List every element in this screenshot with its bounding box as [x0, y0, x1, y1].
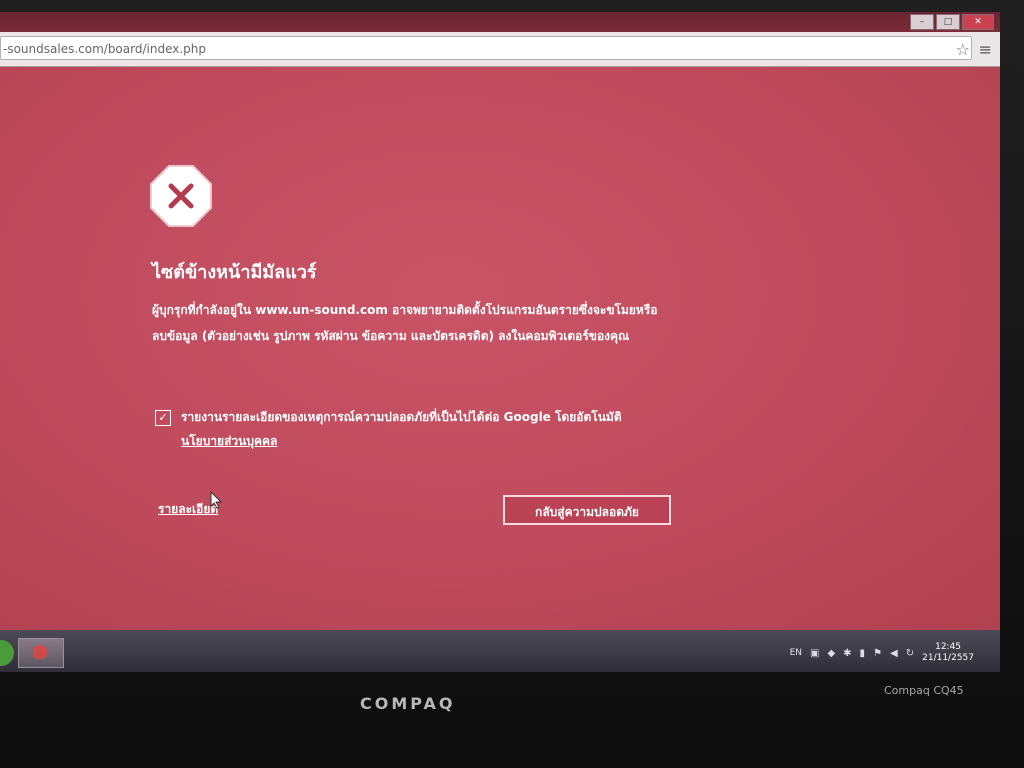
back-to-safety-button[interactable]: กลับสู่ความปลอดภัย [503, 495, 671, 525]
privacy-policy-link[interactable]: นโยบายส่วนบุคคล [181, 434, 277, 448]
bluetooth-icon[interactable]: ✱ [843, 648, 851, 659]
browser-toolbar: -soundsales.com/board/index.php ☆ ≡ [0, 32, 1000, 67]
maximize-button[interactable]: □ [936, 14, 960, 30]
window-controls: – □ ✕ [910, 14, 994, 30]
clock-time: 12:45 [935, 642, 962, 652]
warning-description: ผู้บุกรุกที่กำลังอยู่ใน www.un-sound.com… [152, 303, 658, 343]
window-title-bar: – □ ✕ [0, 12, 1000, 32]
language-indicator[interactable]: EN [790, 648, 802, 658]
report-text: รายงานรายละเอียดของเหตุการณ์ความปลอดภัยท… [181, 410, 622, 424]
power-icon[interactable]: ▮ [860, 648, 866, 659]
security-icon[interactable]: ◆ [827, 648, 835, 659]
clock[interactable]: 12:45 21/11/2557 [922, 642, 974, 664]
taskbar: EN ▣ ◆ ✱ ▮ ⚑ ◀ ↻ 12:45 21/11/2557 [0, 630, 1000, 672]
warning-stop-icon [150, 165, 212, 227]
sync-icon[interactable]: ↻ [906, 648, 914, 659]
monitor: – □ ✕ -soundsales.com/board/index.php ☆ … [0, 0, 1024, 768]
minimize-button[interactable]: – [910, 14, 934, 30]
clock-date: 21/11/2557 [922, 653, 974, 663]
mouse-cursor-icon [210, 491, 222, 509]
menu-icon[interactable]: ≡ [979, 40, 992, 59]
report-checkbox[interactable]: ✓ [155, 410, 171, 426]
address-bar[interactable]: -soundsales.com/board/index.php [0, 36, 972, 60]
start-button[interactable] [0, 640, 14, 666]
warning-headline: ไซต์ข้างหน้ามีมัลแวร์ [152, 262, 317, 283]
close-button[interactable]: ✕ [962, 14, 994, 30]
malware-warning-page: ไซต์ข้างหน้ามีมัลแวร์ ผู้บุกรุกที่กำลังอ… [0, 67, 1000, 630]
network-icon[interactable]: ▣ [810, 648, 819, 659]
browser-app-icon [33, 645, 47, 659]
screen: – □ ✕ -soundsales.com/board/index.php ☆ … [0, 12, 1000, 672]
model-label: Compaq CQ45 [884, 684, 964, 697]
report-option: ✓ รายงานรายละเอียดของเหตุการณ์ความปลอดภั… [155, 405, 655, 453]
action-center-flag-icon[interactable]: ⚑ [873, 648, 882, 659]
volume-icon[interactable]: ◀ [890, 648, 898, 659]
report-label: รายงานรายละเอียดของเหตุการณ์ความปลอดภัยท… [181, 405, 655, 453]
bookmark-star-icon[interactable]: ☆ [956, 40, 970, 59]
brand-logo: COMPAQ [360, 694, 456, 713]
system-tray: EN ▣ ◆ ✱ ▮ ⚑ ◀ ↻ 12:45 21/11/2557 [790, 642, 974, 664]
taskbar-browser-button[interactable] [18, 638, 64, 668]
